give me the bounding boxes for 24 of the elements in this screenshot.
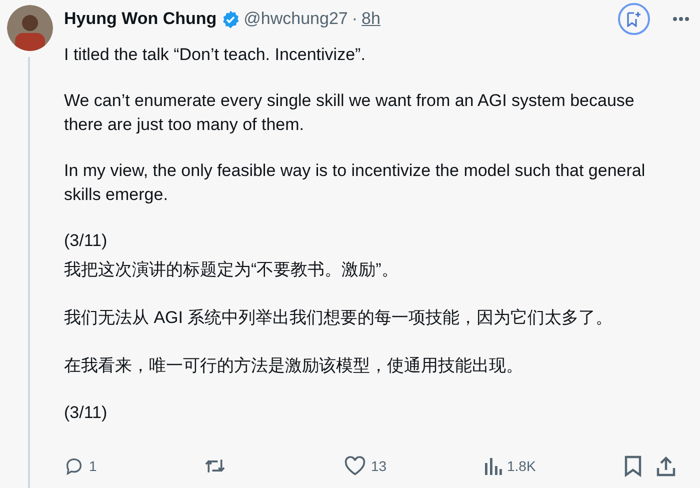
bookmark-add-button[interactable] [618,3,650,35]
share-icon [656,455,676,477]
views-button[interactable]: 1.8K [484,457,624,475]
post-text: 我们无法从 AGI 系统中列举出我们想要的每一项技能，因为它们太多了。 [64,307,614,329]
like-button[interactable]: 13 [344,456,484,476]
post-text: I titled the talk “Don’t teach. Incentivize”. [64,44,366,66]
author-name[interactable]: Hyung Won Chung [64,9,217,29]
post-text: In my view, the only feasible way is to incentivize the model such that general skills emerge. [64,160,646,206]
author-handle[interactable]: @hwchung27 [244,9,348,29]
more-icon[interactable] [672,16,690,22]
bar-chart-icon [484,457,502,475]
bookmark-icon [624,455,642,477]
heart-icon [344,456,366,476]
post-time[interactable]: 8h [362,9,380,29]
post-text: (3/11) [64,402,108,424]
separator: · [352,9,358,29]
reply-button[interactable]: 1 [64,456,204,476]
reply-icon [64,456,84,476]
post-text: 我把这次演讲的标题定为“不要教书。激励”。 [64,259,400,281]
post-text: We can’t enumerate every single skill we want from an AGI system because there are just too many of them. [64,90,636,136]
post-text: (3/11) [64,230,108,252]
avatar[interactable] [6,5,52,51]
bookmark-add-icon [627,11,641,27]
post-text: 在我看来，唯一可行的方法是激励该模型，使通用技能出现。 [64,355,524,377]
